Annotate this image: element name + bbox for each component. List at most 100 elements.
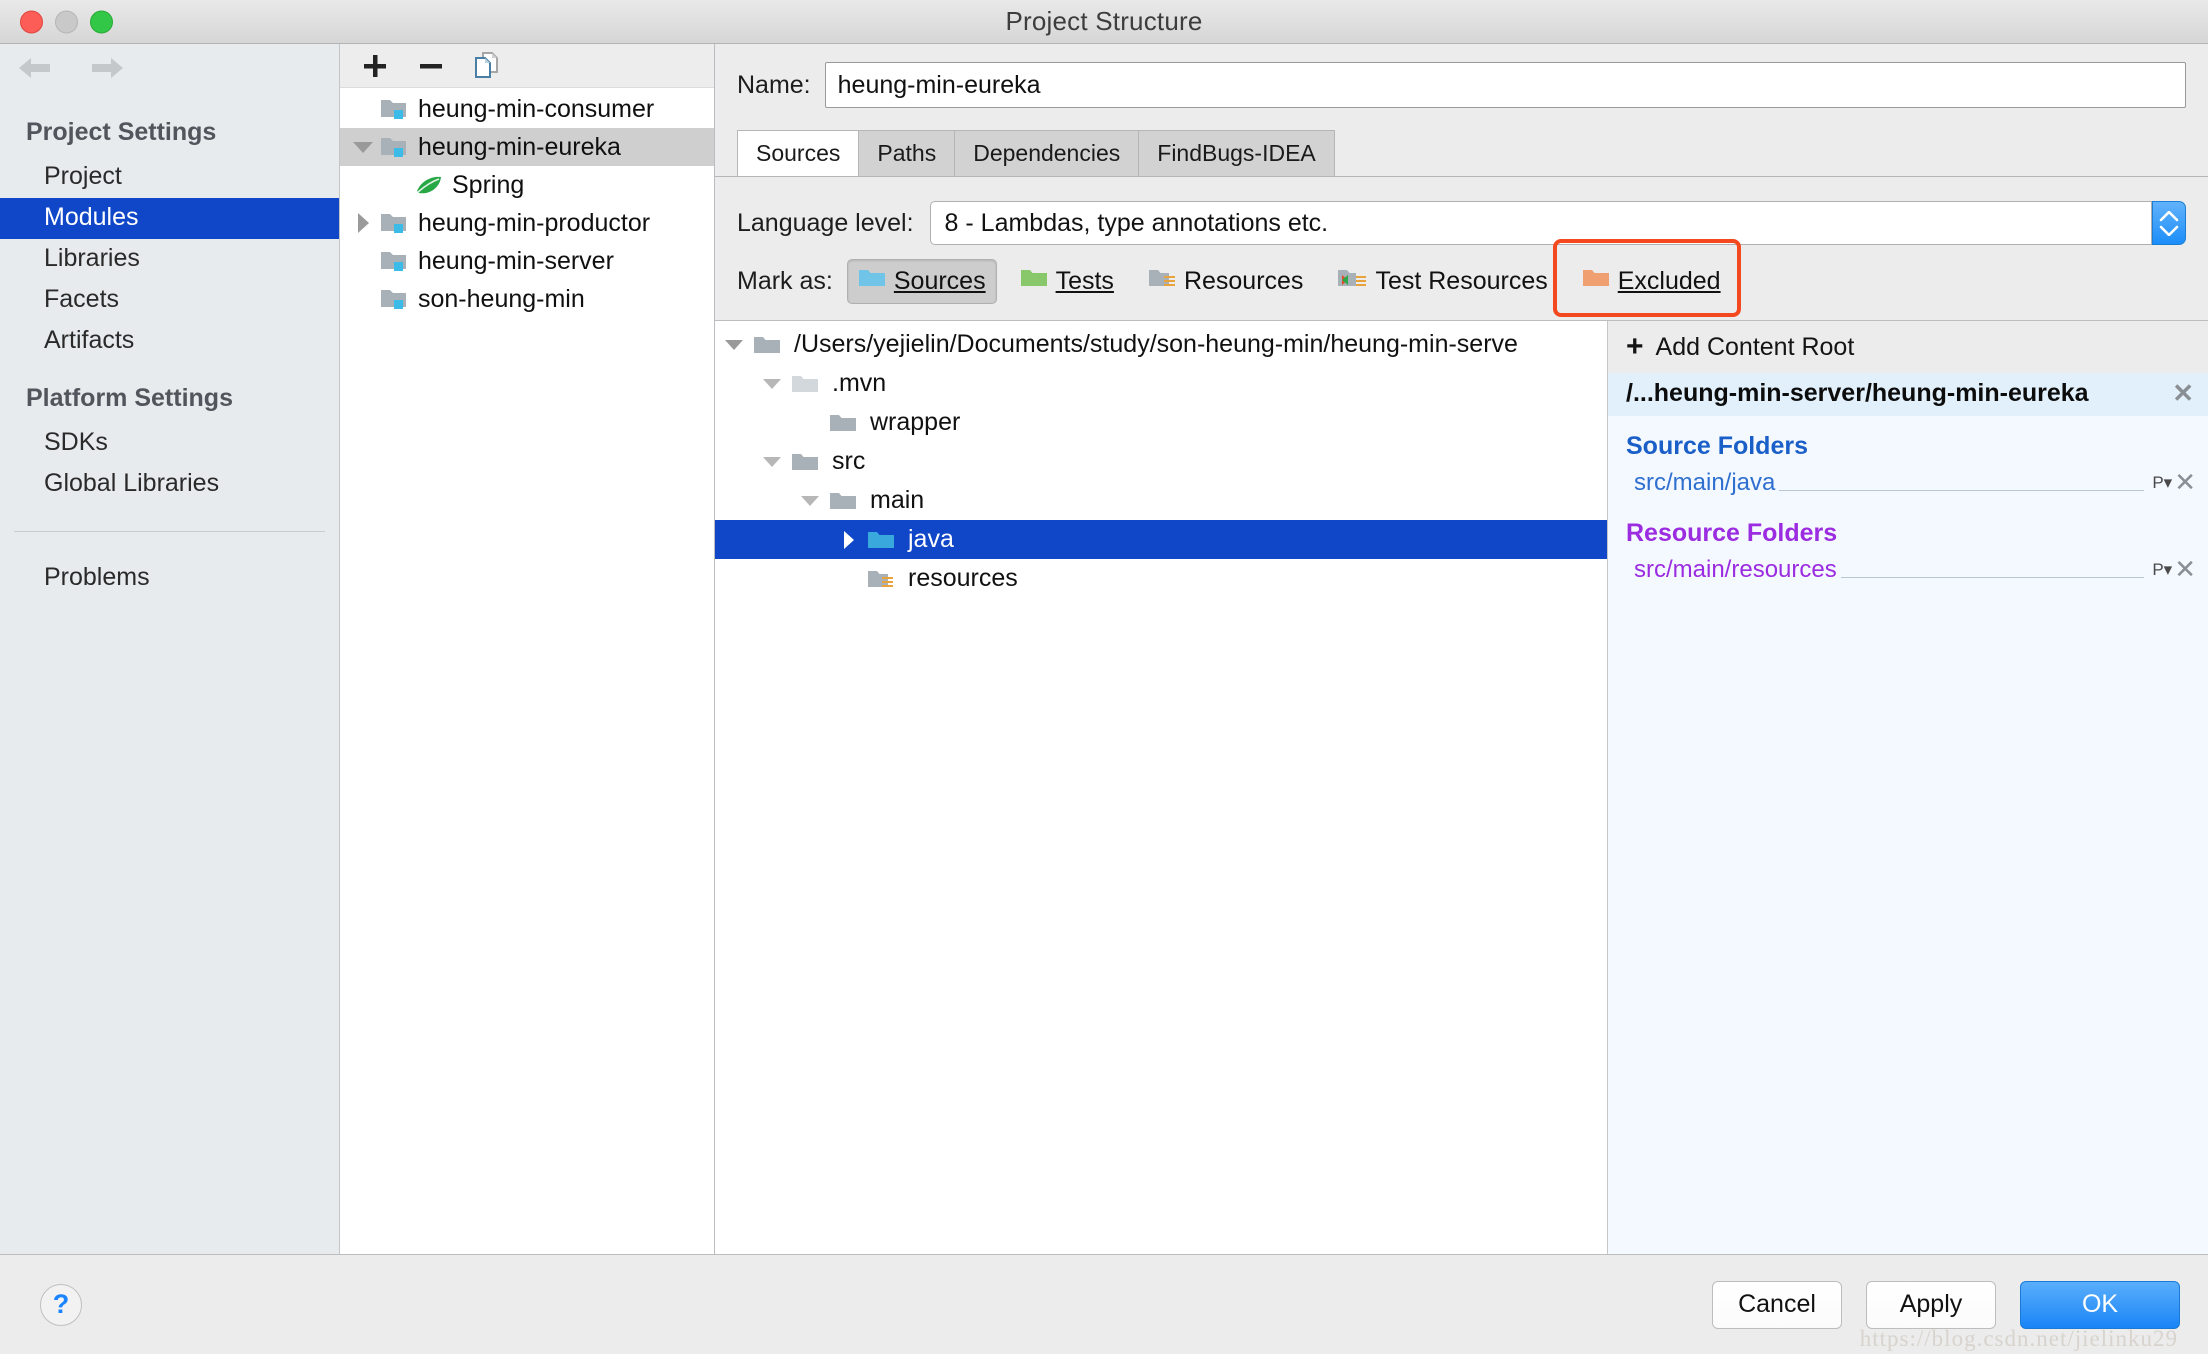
- sidebar-item-global-libraries[interactable]: Global Libraries: [0, 464, 339, 505]
- module-tree[interactable]: heung-min-consumer heung-min-eureka Spri…: [340, 88, 714, 1254]
- tab-findbugs-idea[interactable]: FindBugs-IDEA: [1138, 130, 1335, 176]
- folder-grey-icon: [829, 489, 863, 513]
- spring-leaf-icon: [414, 172, 448, 198]
- sidebar-item-libraries[interactable]: Libraries: [0, 239, 339, 280]
- help-button[interactable]: ?: [40, 1283, 82, 1326]
- file-tree-row[interactable]: src: [715, 442, 1607, 481]
- chevron-down-icon[interactable]: [753, 377, 791, 390]
- file-tree-row[interactable]: main: [715, 481, 1607, 520]
- sidebar-item-problems[interactable]: Problems: [0, 558, 339, 599]
- tab-paths[interactable]: Paths: [858, 130, 956, 176]
- title-bar: Project Structure: [0, 0, 2208, 44]
- source-folders-title: Source Folders: [1626, 432, 1808, 460]
- tab-dependencies[interactable]: Dependencies: [954, 130, 1140, 176]
- file-tree-label: .mvn: [832, 369, 887, 397]
- remove-module-button[interactable]: [414, 49, 448, 83]
- module-tree-label: heung-min-server: [418, 246, 614, 275]
- source-folder-entry[interactable]: src/main/java P▾ ✕: [1608, 465, 2208, 503]
- close-x-icon[interactable]: ✕: [2172, 380, 2194, 406]
- module-name-label: Name:: [737, 70, 811, 99]
- close-window-button[interactable]: [20, 10, 43, 33]
- language-level-value[interactable]: 8 - Lambdas, type annotations etc.: [929, 201, 2152, 245]
- module-folder-icon: [380, 286, 414, 312]
- sidebar-divider: [14, 531, 325, 532]
- mark-as-test-resources-button[interactable]: Test Resources: [1326, 259, 1558, 304]
- dialog-body: Project Settings Project Modules Librari…: [0, 44, 2208, 1254]
- zoom-window-button[interactable]: [90, 10, 113, 33]
- module-tree-row[interactable]: son-heung-min: [340, 280, 714, 318]
- add-content-root-button[interactable]: + Add Content Root: [1608, 321, 2208, 373]
- content-file-tree[interactable]: /Users/yejielin/Documents/study/son-heun…: [715, 321, 1608, 1254]
- folder-resources-icon: [1148, 266, 1176, 297]
- sidebar-item-artifacts[interactable]: Artifacts: [0, 321, 339, 362]
- language-level-row: Language level: 8 - Lambdas, type annota…: [715, 177, 2208, 245]
- folder-blue-icon: [858, 266, 886, 297]
- file-tree-label: main: [870, 486, 925, 514]
- close-x-icon[interactable]: ✕: [2174, 556, 2196, 582]
- module-name-input[interactable]: [824, 62, 2186, 108]
- resource-folder-entry[interactable]: src/main/resources P▾ ✕: [1608, 552, 2208, 590]
- folder-grey-icon: [829, 411, 863, 435]
- chevron-right-icon[interactable]: [829, 530, 867, 550]
- package-prefix-icon[interactable]: P▾: [2152, 473, 2172, 493]
- chevron-down-icon[interactable]: [753, 455, 791, 468]
- arrow-left-icon[interactable]: [16, 53, 60, 83]
- add-module-button[interactable]: [358, 49, 392, 83]
- package-prefix-icon[interactable]: P▾: [2152, 560, 2172, 580]
- source-folder-path[interactable]: src/main/java: [1634, 469, 1775, 497]
- sidebar-item-modules[interactable]: Modules: [0, 198, 339, 239]
- module-tree-row[interactable]: heung-min-server: [340, 242, 714, 280]
- sidebar-item-project[interactable]: Project: [0, 157, 339, 198]
- window-title: Project Structure: [1005, 6, 1203, 36]
- mark-as-tests-button[interactable]: Tests: [1009, 259, 1125, 304]
- sidebar-item-facets[interactable]: Facets: [0, 280, 339, 321]
- module-tree-row[interactable]: heung-min-consumer: [340, 90, 714, 128]
- language-level-combo[interactable]: 8 - Lambdas, type annotations etc.: [929, 201, 2186, 245]
- mark-as-row: Mark as: Sources Tests Resources Test Re…: [715, 239, 2208, 320]
- cancel-button[interactable]: Cancel: [1712, 1280, 1842, 1329]
- chevron-down-icon[interactable]: [715, 338, 753, 351]
- copy-module-icon[interactable]: [470, 49, 504, 83]
- file-tree-row[interactable]: .mvn: [715, 364, 1607, 403]
- mark-as-sources-button[interactable]: Sources: [846, 259, 997, 304]
- module-tree-row[interactable]: heung-min-eureka: [340, 128, 714, 166]
- chevron-right-icon[interactable]: [346, 212, 380, 234]
- chevron-down-icon[interactable]: [346, 140, 380, 154]
- close-x-icon[interactable]: ✕: [2174, 469, 2196, 495]
- language-level-label: Language level:: [737, 208, 914, 237]
- minimize-window-button[interactable]: [55, 10, 78, 33]
- module-tree-label: heung-min-productor: [418, 208, 651, 237]
- file-tree-row[interactable]: java: [715, 520, 1607, 559]
- sidebar-item-sdks[interactable]: SDKs: [0, 423, 339, 464]
- chevron-down-icon[interactable]: [791, 494, 829, 507]
- arrow-right-icon[interactable]: [82, 53, 126, 83]
- module-folder-icon: [380, 248, 414, 274]
- content-root-path: /...heung-min-server/heung-min-eureka: [1626, 379, 2089, 407]
- mark-as-excluded-button[interactable]: Excluded: [1571, 259, 1732, 304]
- mark-as-tests-label: Tests: [1055, 267, 1114, 295]
- mark-as-resources-button[interactable]: Resources: [1137, 259, 1315, 304]
- mark-as-test-resources-label: Test Resources: [1375, 267, 1548, 295]
- module-tree-row[interactable]: heung-min-productor: [340, 204, 714, 242]
- ok-button[interactable]: OK: [2020, 1280, 2180, 1329]
- sidebar-nav-arrows: [0, 44, 339, 92]
- file-tree-row[interactable]: wrapper: [715, 403, 1607, 442]
- file-tree-row[interactable]: resources: [715, 559, 1607, 598]
- resource-folders-title: Resource Folders: [1626, 519, 1838, 547]
- mark-as-resources-label: Resources: [1183, 267, 1304, 295]
- entry-rule: [1779, 490, 2145, 491]
- folder-grey-icon: [791, 450, 825, 474]
- module-tree-label: heung-min-consumer: [418, 94, 655, 123]
- file-tree-label: src: [832, 447, 866, 475]
- module-folder-icon: [380, 210, 414, 236]
- apply-button[interactable]: Apply: [1866, 1280, 1996, 1329]
- settings-sidebar: Project Settings Project Modules Librari…: [0, 44, 340, 1254]
- resource-folder-path[interactable]: src/main/resources: [1634, 556, 1837, 584]
- file-tree-row[interactable]: /Users/yejielin/Documents/study/son-heun…: [715, 325, 1607, 364]
- stepper-updown-icon[interactable]: [2152, 201, 2186, 245]
- tab-sources[interactable]: Sources: [737, 130, 860, 176]
- module-name-row: Name:: [715, 44, 2208, 108]
- module-tree-row[interactable]: Spring: [340, 166, 714, 204]
- file-tree-label: java: [908, 525, 954, 553]
- sources-tab-panel: Language level: 8 - Lambdas, type annota…: [715, 176, 2208, 1254]
